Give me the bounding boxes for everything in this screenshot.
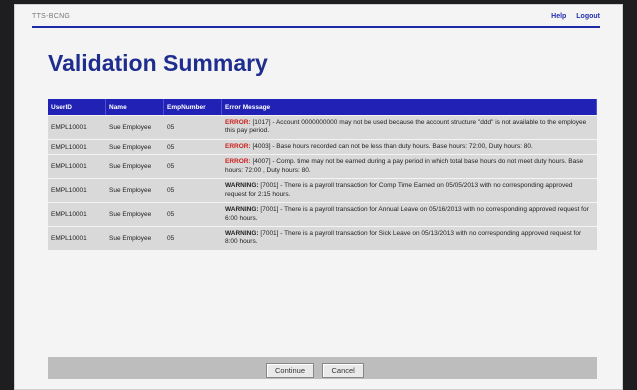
cancel-button[interactable]: Cancel [322,363,364,378]
top-links: Help Logout [543,13,600,20]
cell-emp-number: 05 [164,203,222,226]
message-level: WARNING: [225,229,259,237]
system-name: TTS-BCNG [32,13,71,20]
cell-emp-number: 05 [164,226,222,250]
table-row: EMPL10001 Sue Employee 05 ERROR: [4007] - C… [48,155,597,179]
table-row: EMPL10001 Sue Employee 05 WARNING: [7001] -… [48,203,597,226]
column-header-userid: UserID [48,99,106,115]
page-title: Validation Summary [48,50,268,76]
message-text: [4003] - Base hours recorded can not be … [252,142,533,150]
cell-user-id: EMPL10001 [48,203,106,226]
column-header-empnumber: EmpNumber [164,99,222,115]
logout-link[interactable]: Logout [576,13,600,20]
cell-emp-number: 05 [164,155,222,179]
cell-emp-number: 05 [164,179,222,203]
continue-button[interactable]: Continue [266,363,315,378]
table-row: EMPL10001 Sue Employee 05 WARNING: [7001] -… [48,179,597,203]
cell-name: Sue Employee [106,116,164,139]
cell-emp-number: 05 [164,116,222,139]
cell-name: Sue Employee [106,139,164,155]
cell-error-message: WARNING: [7001] - There is a payroll tra… [222,179,597,203]
cell-user-id: EMPL10001 [48,139,106,155]
table-header-row: UserID Name EmpNumber Error Message [48,99,597,115]
message-text: [7001] - There is a payroll transaction … [225,182,573,198]
table-row: EMPL10001 Sue Employee 05 ERROR: [1017] - A… [48,116,597,139]
table-row: EMPL10001 Sue Employee 05 WARNING: [7001] -… [48,226,597,250]
cell-name: Sue Employee [106,203,164,226]
help-link[interactable]: Help [551,13,566,20]
cell-name: Sue Employee [106,155,164,179]
message-level: ERROR: [225,158,251,166]
cell-user-id: EMPL10001 [48,179,106,203]
column-header-name: Name [106,99,164,115]
message-level: ERROR: [225,119,251,126]
cell-name: Sue Employee [106,179,164,203]
column-header-error-message: Error Message [222,99,597,115]
message-level: WARNING: [225,182,259,190]
button-bar: Continue Cancel [48,357,597,379]
cell-user-id: EMPL10001 [48,226,106,250]
cell-name: Sue Employee [106,226,164,250]
cell-user-id: EMPL10001 [48,155,106,179]
message-level: WARNING: [225,206,259,214]
cell-user-id: EMPL10001 [48,116,106,139]
top-bar: TTS-BCNG Help Logout [32,10,600,28]
cell-error-message: WARNING: [7001] - There is a payroll tra… [222,226,597,250]
message-text: [1017] - Account 0000000000 may not be u… [225,119,587,135]
cell-error-message: ERROR: [1017] - Account 0000000000 may n… [222,116,597,139]
message-text: [7001] - There is a payroll transaction … [225,229,582,246]
cell-error-message: ERROR: [4003] - Base hours recorded can … [222,139,597,155]
message-level: ERROR: [225,142,251,150]
cell-emp-number: 05 [164,139,222,155]
validation-table: UserID Name EmpNumber Error Message EMPL… [48,98,597,251]
message-text: [4007] - Comp. time may not be earned du… [225,158,584,174]
table-row: EMPL10001 Sue Employee 05 ERROR: [4003] - B… [48,139,597,155]
cell-error-message: ERROR: [4007] - Comp. time may not be ea… [222,155,597,179]
cell-error-message: WARNING: [7001] - There is a payroll tra… [222,203,597,226]
message-text: [7001] - There is a payroll transaction … [225,206,589,222]
